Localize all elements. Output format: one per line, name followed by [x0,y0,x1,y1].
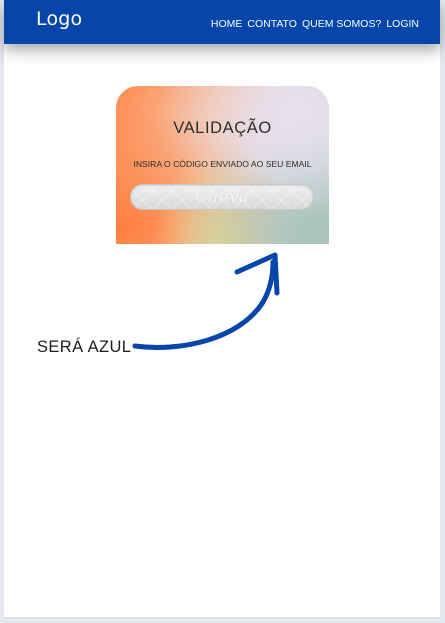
curved-arrow-icon [132,252,280,350]
page: Logo HOME CONTATO QUEM SOMOS? LOGIN VALI… [4,0,440,618]
arrow-shaft [132,259,276,350]
